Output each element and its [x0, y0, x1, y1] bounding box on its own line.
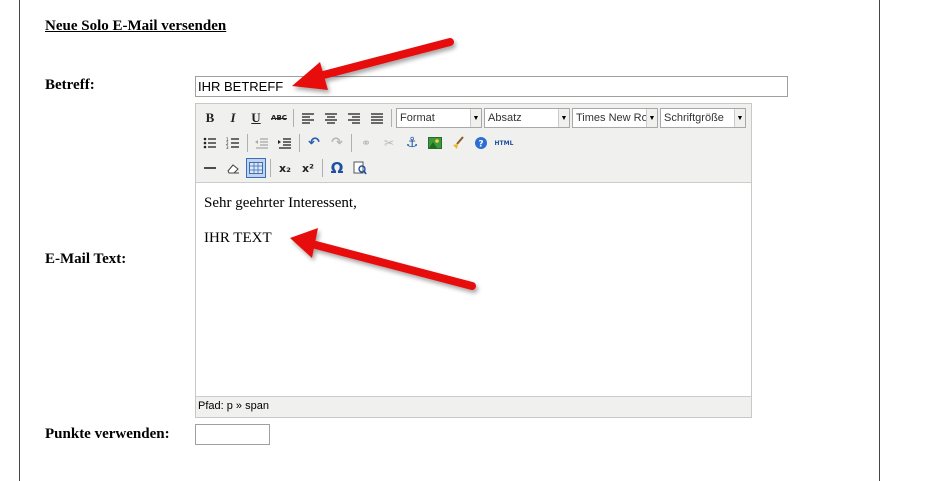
font-family-select-value: Times New Ro [576, 112, 648, 124]
format-select[interactable]: Format ▼ [396, 108, 482, 128]
font-size-select[interactable]: Schriftgröße ▼ [660, 108, 746, 128]
toolbar-separator [299, 134, 300, 152]
horizontal-rule-icon[interactable] [200, 158, 220, 178]
visual-aid-icon[interactable] [246, 158, 266, 178]
anchor-icon[interactable]: ⚓ [402, 133, 422, 153]
paragraph-select-value: Absatz [488, 112, 522, 124]
toolbar-separator [293, 109, 294, 127]
editor-content-area[interactable]: Sehr geehrter Interessent, IHR TEXT [196, 183, 751, 396]
toolbar-separator [247, 134, 248, 152]
body-text: IHR TEXT [204, 230, 272, 246]
cleanup-icon[interactable] [448, 133, 468, 153]
chevron-down-icon: ▼ [646, 109, 657, 127]
font-size-select-value: Schriftgröße [664, 112, 724, 124]
editor-status-path: Pfad: p » span [196, 396, 751, 417]
chevron-down-icon: ▼ [470, 109, 481, 127]
numbered-list-icon[interactable]: 123 [223, 133, 243, 153]
toolbar-row-1: B I U ABC Format ▼ Absatz ▼ Times New Ro… [200, 106, 748, 130]
bullet-list-icon[interactable] [200, 133, 220, 153]
email-text-label: E-Mail Text: [45, 251, 127, 267]
align-right-icon[interactable] [344, 108, 364, 128]
editor-toolbar: B I U ABC Format ▼ Absatz ▼ Times New Ro… [196, 104, 751, 183]
link-icon[interactable]: ⚭ [356, 133, 376, 153]
align-left-icon[interactable] [298, 108, 318, 128]
svg-text:3: 3 [226, 145, 229, 149]
unlink-icon[interactable]: ✂ [379, 133, 399, 153]
greeting-text: Sehr geehrter Interessent, [204, 195, 357, 211]
toolbar-separator [322, 159, 323, 177]
strikethrough-icon[interactable]: ABC [269, 108, 289, 128]
toolbar-separator [351, 134, 352, 152]
special-character-icon[interactable]: Ω [327, 158, 347, 178]
undo-icon[interactable]: ↶ [304, 133, 324, 153]
svg-text:?: ? [478, 140, 483, 150]
chevron-down-icon: ▼ [558, 109, 569, 127]
outdent-icon[interactable] [252, 133, 272, 153]
points-input[interactable] [195, 424, 270, 445]
italic-icon[interactable]: I [223, 108, 243, 128]
image-icon[interactable] [425, 133, 445, 153]
format-select-value: Format [400, 112, 435, 124]
toolbar-row-2: 123 ↶ ↷ ⚭ ✂ ⚓ ? HTML [200, 131, 517, 155]
paragraph-select[interactable]: Absatz ▼ [484, 108, 570, 128]
subject-input[interactable] [195, 76, 788, 97]
chevron-down-icon: ▼ [734, 109, 745, 127]
subject-label: Betreff: [45, 77, 95, 93]
redo-icon[interactable]: ↷ [327, 133, 347, 153]
page-title: Neue Solo E-Mail versenden [45, 18, 227, 34]
help-icon[interactable]: ? [471, 133, 491, 153]
superscript-icon[interactable]: x² [298, 158, 318, 178]
toolbar-separator [391, 109, 392, 127]
rich-text-editor: B I U ABC Format ▼ Absatz ▼ Times New Ro… [195, 103, 752, 418]
html-source-icon[interactable]: HTML [494, 133, 514, 153]
toolbar-separator [270, 159, 271, 177]
toolbar-row-3: x₂ x² Ω [200, 156, 373, 180]
eraser-icon[interactable] [223, 158, 243, 178]
align-center-icon[interactable] [321, 108, 341, 128]
subscript-icon[interactable]: x₂ [275, 158, 295, 178]
bold-icon[interactable]: B [200, 108, 220, 128]
font-family-select[interactable]: Times New Ro ▼ [572, 108, 658, 128]
indent-icon[interactable] [275, 133, 295, 153]
points-label: Punkte verwenden: [45, 426, 170, 442]
align-justify-icon[interactable] [367, 108, 387, 128]
search-icon[interactable] [350, 158, 370, 178]
underline-icon[interactable]: U [246, 108, 266, 128]
